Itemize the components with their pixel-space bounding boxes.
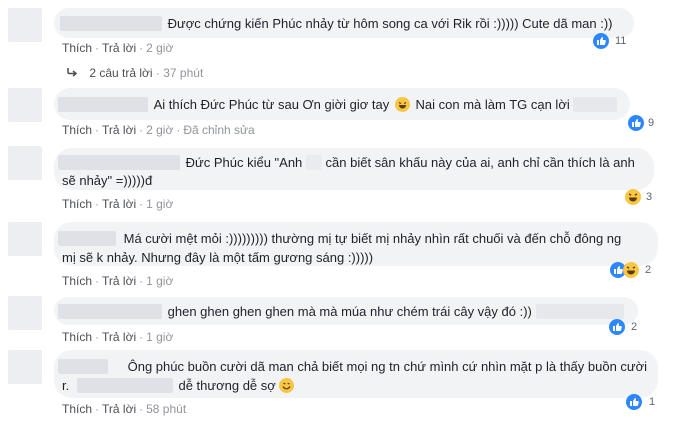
reaction-summary[interactable]: 11 xyxy=(593,33,626,49)
commenter-name[interactable] xyxy=(58,304,162,319)
timestamp[interactable]: 1 giờ xyxy=(146,330,173,344)
reaction-count: 2 xyxy=(645,264,652,276)
timestamp[interactable]: 1 giờ xyxy=(146,274,173,288)
laughing-emoji-icon xyxy=(394,97,410,112)
avatar[interactable] xyxy=(8,350,42,384)
timestamp[interactable]: 2 giờ xyxy=(146,123,173,137)
comment-text-2: mị sẽ k nhảy. Nhưng đây là một tấm gương… xyxy=(62,250,374,265)
comment-text: ghen ghen ghen ghen mà mà múa như chém t… xyxy=(167,304,532,319)
comment-bubble: Ông phúc buồn cười dã man chả biết mọi n… xyxy=(54,350,658,398)
reply-button[interactable]: Trả lời xyxy=(102,402,136,416)
redacted-text xyxy=(535,304,624,319)
comment-actions: Thích · Trả lời · 2 giờ xyxy=(62,41,174,55)
like-button[interactable]: Thích xyxy=(62,41,92,55)
comment-actions: Thích · Trả lời · 2 giờ · Đã chỉnh sửa xyxy=(62,123,255,137)
reaction-count: 1 xyxy=(649,396,656,408)
comment-bubble: Đức Phúc kiểu "Anh cần biết sân khấu này… xyxy=(54,148,654,190)
like-icon xyxy=(609,319,625,335)
comment-text: Được chứng kiến Phúc nhảy từ hôm song ca… xyxy=(167,16,613,31)
commenter-name[interactable] xyxy=(58,155,180,170)
like-button[interactable]: Thích xyxy=(62,274,92,288)
reaction-summary[interactable]: 9 xyxy=(628,115,654,131)
commenter-name[interactable] xyxy=(58,97,148,112)
comment-text-2: cần biết sân khấu này của ai, anh chỉ cầ… xyxy=(325,155,635,170)
like-icon xyxy=(593,33,609,49)
redacted-text xyxy=(305,155,322,170)
commenter-name[interactable] xyxy=(60,16,162,31)
view-replies-link[interactable]: 2 câu trả lời · 37 phút xyxy=(66,66,203,80)
comment-text: Ai thích Đức Phúc từ sau Ơn giời giơ tay xyxy=(153,97,390,112)
mentioned-name[interactable] xyxy=(76,378,173,393)
reaction-summary[interactable]: 1 xyxy=(626,394,655,410)
reaction-count: 2 xyxy=(631,321,638,333)
comment-actions: Thích · Trả lời · 58 phút xyxy=(62,402,187,416)
reaction-summary[interactable]: 2 xyxy=(609,319,637,335)
reply-button[interactable]: Trả lời xyxy=(102,41,136,55)
reaction-count: 3 xyxy=(646,191,653,203)
like-icon xyxy=(628,115,644,131)
avatar[interactable] xyxy=(8,222,42,256)
reaction-count: 9 xyxy=(648,117,655,129)
reply-arrow-icon xyxy=(66,66,81,80)
like-button[interactable]: Thích xyxy=(62,402,92,416)
comment-bubble: Ai thích Đức Phúc từ sau Ơn giời giơ tay… xyxy=(54,88,630,120)
commenter-name[interactable] xyxy=(58,359,108,374)
like-icon xyxy=(626,394,642,410)
comment-text: Má cười mệt mỏi :))))))))) thường mị tự … xyxy=(123,231,622,246)
redacted-text xyxy=(573,97,618,112)
avatar[interactable] xyxy=(8,296,42,330)
comment-text-2: Nai con mà làm TG cạn lời xyxy=(415,97,570,112)
comment-text-3: dễ thương dễ sợ xyxy=(178,378,276,393)
reaction-summary[interactable]: 3 xyxy=(625,189,652,205)
reaction-count: 11 xyxy=(615,35,627,47)
comment-bubble: Má cười mệt mỏi :))))))))) thường mị tự … xyxy=(54,222,658,266)
haha-icon xyxy=(625,189,641,205)
comment-bubble: ghen ghen ghen ghen mà mà múa như chém t… xyxy=(54,297,638,325)
comment-text: Ông phúc buồn cười dã man chả biết mọi n… xyxy=(127,359,648,374)
reply-button[interactable]: Trả lời xyxy=(102,123,136,137)
replies-time: 37 phút xyxy=(163,66,204,80)
timestamp[interactable]: 2 giờ xyxy=(146,41,173,55)
reply-button[interactable]: Trả lời xyxy=(102,274,136,288)
avatar[interactable] xyxy=(8,146,42,180)
comment-bubble: Được chứng kiến Phúc nhảy từ hôm song ca… xyxy=(54,8,634,38)
edited-label[interactable]: Đã chỉnh sửa xyxy=(183,123,254,137)
reaction-summary[interactable]: 2 xyxy=(610,262,651,278)
replies-count[interactable]: 2 câu trả lời xyxy=(89,66,152,80)
reply-button[interactable]: Trả lời xyxy=(102,197,136,211)
comment-text-2: r. xyxy=(62,378,70,393)
comment-actions: Thích · Trả lời · 1 giờ xyxy=(62,274,174,288)
avatar[interactable] xyxy=(8,88,42,122)
commenter-name[interactable] xyxy=(58,231,116,246)
like-button[interactable]: Thích xyxy=(62,123,92,137)
comment-actions: Thích · Trả lời · 1 giờ xyxy=(62,197,174,211)
like-button[interactable]: Thích xyxy=(62,330,92,344)
like-button[interactable]: Thích xyxy=(62,197,92,211)
haha-icon xyxy=(623,262,639,278)
timestamp[interactable]: 58 phút xyxy=(146,402,186,416)
comment-text: Đức Phúc kiểu "Anh xyxy=(185,155,303,170)
avatar[interactable] xyxy=(8,8,42,42)
smiling-emoji-icon xyxy=(279,378,295,393)
comment-text-3: sẽ nhảy" =)))))đ xyxy=(62,173,153,188)
timestamp[interactable]: 1 giờ xyxy=(146,197,173,211)
reply-button[interactable]: Trả lời xyxy=(102,330,136,344)
comment-actions: Thích · Trả lời · 1 giờ xyxy=(62,330,174,344)
